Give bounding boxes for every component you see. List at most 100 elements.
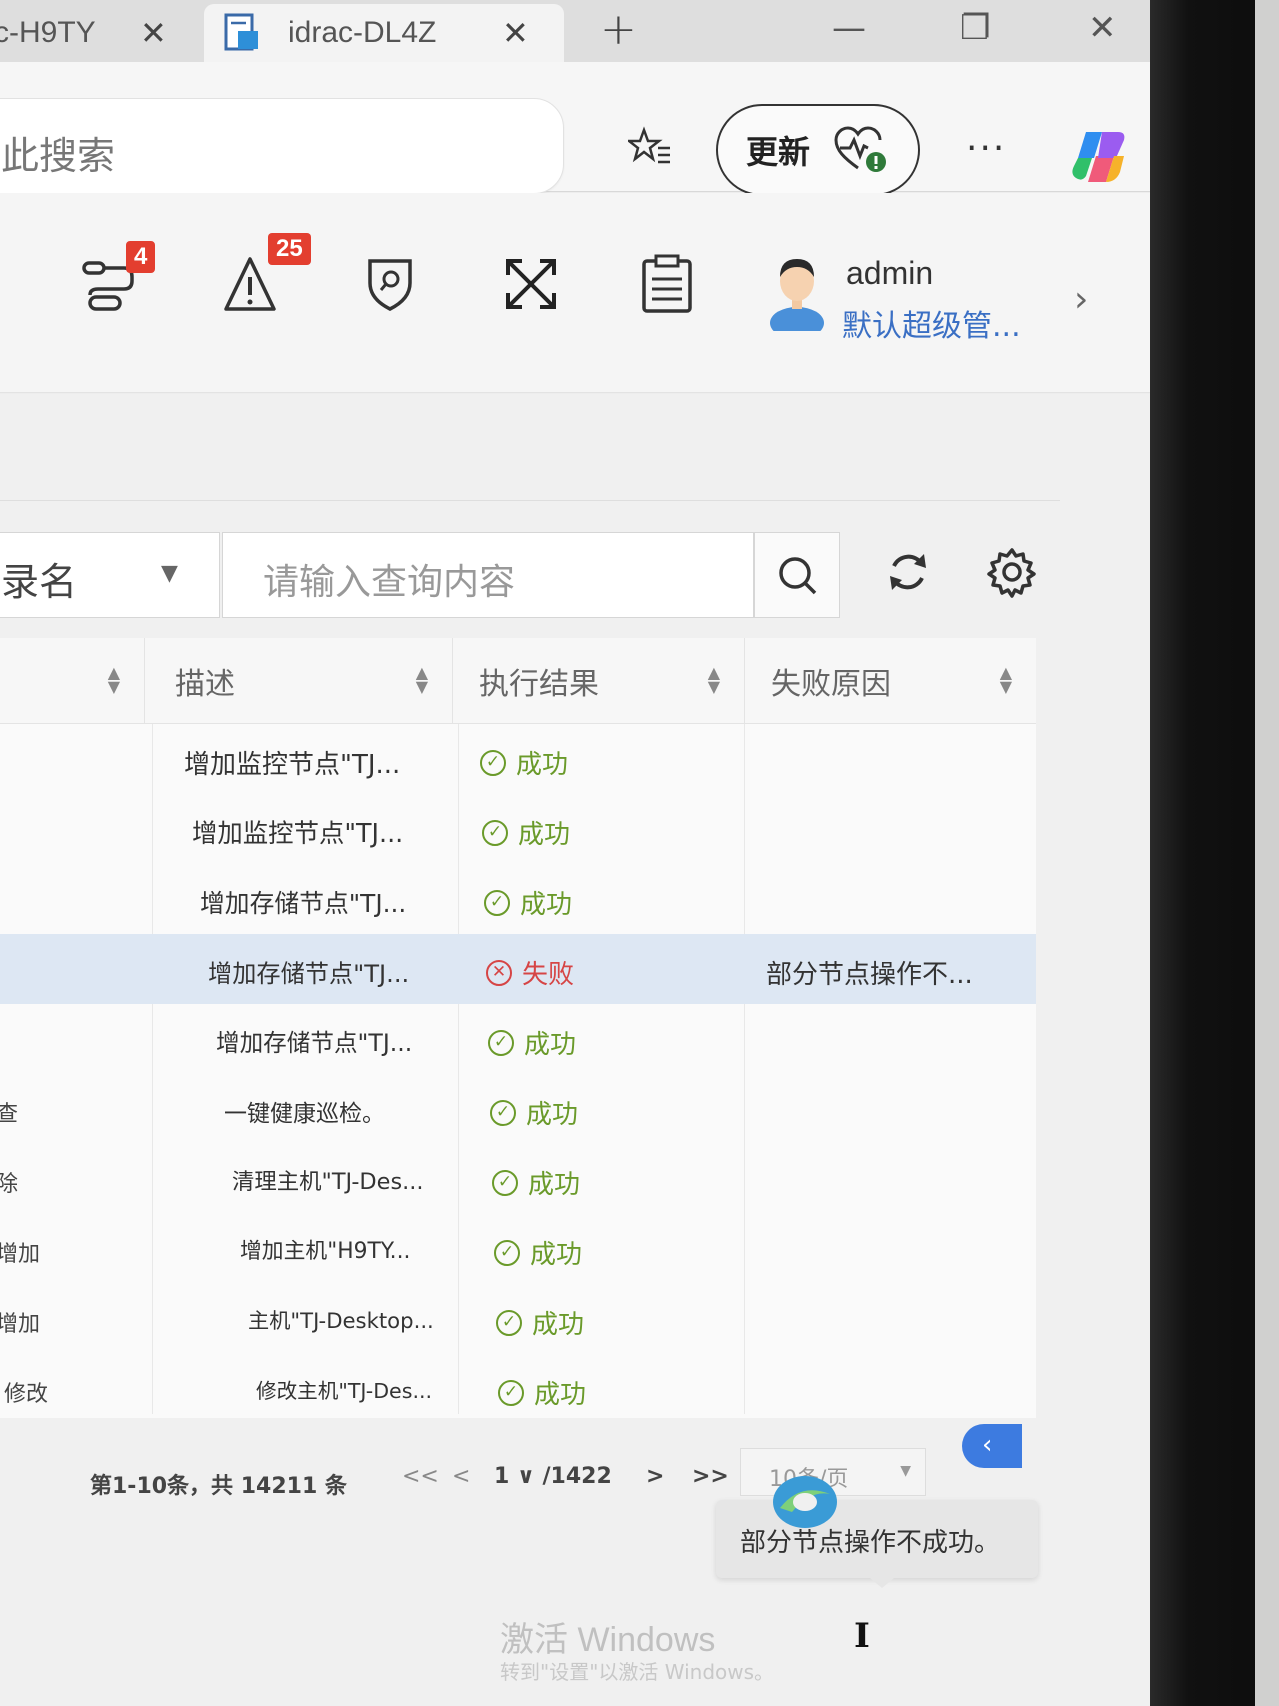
column-header-result[interactable]: 执行结果 ▲ ▼: [452, 638, 744, 724]
workflow-icon[interactable]: 4: [80, 241, 156, 315]
browser-tab-2[interactable]: idrac-DL4Z ✕: [204, 4, 564, 62]
result-label: 成功: [520, 890, 573, 920]
heartbeat-icon: [834, 126, 888, 174]
field-select[interactable]: 录名 ▼: [0, 532, 220, 618]
app-header: 4 25 admin 默认超级管... ›: [0, 193, 1150, 393]
minimize-icon[interactable]: —: [832, 8, 866, 48]
more-icon[interactable]: ···: [966, 128, 1006, 169]
table-row[interactable]: 增加 主机"TJ-Desktop... ✓ 成功: [0, 1284, 1036, 1354]
result-label: 成功: [518, 820, 571, 850]
check-circle-icon: ✓: [482, 819, 508, 846]
query-input[interactable]: 请输入查询内容: [222, 532, 754, 618]
check-circle-icon: ✓: [498, 1379, 524, 1406]
fullscreen-icon[interactable]: [500, 253, 562, 315]
alert-icon[interactable]: 25: [224, 233, 311, 315]
close-icon[interactable]: ✕: [502, 14, 529, 52]
address-text: 此搜索: [1, 134, 116, 178]
address-bar-row: 此搜索 更新 ···: [0, 62, 1170, 196]
table-row[interactable]: 增加存储节点"TJ... ✓ 成功: [0, 1004, 1036, 1074]
result-label: 成功: [516, 750, 569, 780]
content-area: 录名 ▼ 请输入查询内容 ▲ ▼ 描述 ▲ ▼ 执行结果 ▲ ▼ 失败原因 ▲ …: [0, 394, 1150, 1706]
caret-down-icon: ▼: [900, 1463, 911, 1479]
cell-result: ✕ 失败: [486, 954, 574, 991]
gear-icon[interactable]: [984, 544, 1040, 600]
table-row[interactable]: 增加监控节点"TJ... ✓ 成功: [0, 794, 1036, 864]
first-page-button[interactable]: <<: [402, 1464, 439, 1489]
cell-description: 修改主机"TJ-Des...: [256, 1379, 433, 1403]
favorites-icon[interactable]: [625, 126, 672, 170]
prev-page-button[interactable]: <: [452, 1464, 470, 1489]
search-button[interactable]: [754, 532, 840, 618]
check-circle-icon: ✓: [496, 1309, 522, 1336]
window-close-icon[interactable]: ✕: [1088, 8, 1117, 48]
cell-result: ✓ 成功: [490, 1094, 578, 1131]
alert-badge: 25: [268, 233, 311, 265]
next-page-button[interactable]: >: [646, 1464, 664, 1489]
search-icon: [779, 557, 817, 595]
sort-icon[interactable]: ▲ ▼: [416, 665, 428, 695]
pagination: 第1-10条，共 14211 条 << < 1 ∨ /1422 > >> 10条…: [0, 1444, 1036, 1514]
restore-icon[interactable]: ❐: [960, 8, 990, 48]
shield-search-icon[interactable]: [362, 253, 424, 315]
copilot-icon[interactable]: [1068, 126, 1130, 188]
last-page-button[interactable]: >>: [692, 1464, 729, 1489]
user-name[interactable]: admin: [846, 255, 933, 292]
close-icon[interactable]: ✕: [140, 14, 167, 52]
cell-result: ✓ 成功: [492, 1164, 580, 1201]
caret-down-icon: ▼: [161, 561, 178, 586]
refresh-icon[interactable]: [880, 544, 936, 600]
check-circle-icon: ✓: [490, 1099, 516, 1126]
table-row[interactable]: 增加 增加主机"H9TY... ✓ 成功: [0, 1214, 1036, 1284]
table-row[interactable]: 增加存储节点"TJ... ✕ 失败 部分节点操作不...: [0, 934, 1036, 1004]
cell-failure-reason[interactable]: 部分节点操作不...: [766, 954, 973, 991]
cell-operation: 修改: [4, 1382, 49, 1407]
cell-description: 主机"TJ-Desktop...: [248, 1308, 434, 1333]
workflow-badge: 4: [126, 241, 156, 273]
table-row[interactable]: 查 一键健康巡检。 ✓ 成功: [0, 1074, 1036, 1144]
browser-tab-1[interactable]: c-H9TY ✕: [0, 4, 200, 62]
result-label: 成功: [532, 1310, 585, 1340]
table-row[interactable]: 除 清理主机"TJ-Des... ✓ 成功: [0, 1144, 1036, 1214]
sort-icon[interactable]: ▲ ▼: [108, 665, 120, 695]
check-circle-icon: ✓: [492, 1169, 518, 1196]
check-circle-icon: ✓: [494, 1239, 520, 1266]
cell-result: ✓ 成功: [498, 1374, 586, 1411]
table-row[interactable]: 增加存储节点"TJ... ✓ 成功: [0, 864, 1036, 934]
activate-windows-subtext: 转到"设置"以激活 Windows。: [500, 1660, 775, 1684]
text-cursor-icon: I: [854, 1616, 870, 1656]
cell-result: ✓ 成功: [496, 1304, 584, 1341]
tab-title: idrac-DL4Z: [288, 16, 437, 49]
sort-icon[interactable]: ▲ ▼: [1000, 665, 1012, 695]
address-bar[interactable]: 此搜索: [0, 98, 564, 194]
cell-result: ✓ 成功: [480, 744, 568, 781]
table-row[interactable]: 增加监控节点"TJ... ✓ 成功: [0, 724, 1036, 794]
cell-result: ✓ 成功: [488, 1024, 576, 1061]
collapse-panel-button[interactable]: ‹: [962, 1424, 1022, 1468]
check-circle-icon: ✓: [480, 749, 506, 776]
cell-result: ✓ 成功: [482, 814, 570, 851]
new-tab-button[interactable]: +: [600, 4, 637, 55]
tab-title: c-H9TY: [0, 16, 96, 49]
floating-logo-icon[interactable]: [770, 1472, 840, 1536]
result-label: 成功: [530, 1240, 583, 1270]
page-select[interactable]: 1 ∨ /1422: [494, 1464, 612, 1489]
result-label: 成功: [528, 1170, 581, 1200]
pagination-total: 第1-10条，共 14211 条: [90, 1474, 347, 1499]
avatar[interactable]: [768, 251, 826, 339]
result-label: 成功: [526, 1100, 579, 1130]
monitor-screen: c-H9TY ✕ idrac-DL4Z ✕ + — ❐ ✕ 此搜索 更新 ···…: [0, 0, 1170, 1706]
cell-operation: 除: [0, 1172, 19, 1197]
update-button[interactable]: 更新: [716, 104, 920, 196]
column-header[interactable]: ▲ ▼: [0, 638, 144, 724]
table-row[interactable]: 修改 修改主机"TJ-Des... ✓ 成功: [0, 1354, 1036, 1424]
check-circle-icon: ✓: [484, 889, 510, 916]
cell-description: 增加主机"H9TY...: [240, 1239, 411, 1264]
error-circle-icon: ✕: [486, 959, 512, 986]
chevron-right-icon[interactable]: ›: [1074, 279, 1088, 320]
column-header-failure-reason[interactable]: 失败原因 ▲ ▼: [744, 638, 1036, 724]
column-header-description[interactable]: 描述 ▲ ▼: [144, 638, 452, 724]
clipboard-icon[interactable]: [636, 253, 698, 315]
sort-icon[interactable]: ▲ ▼: [708, 665, 720, 695]
tooltip-arrow: [870, 1578, 894, 1588]
result-label: 失败: [522, 960, 575, 990]
